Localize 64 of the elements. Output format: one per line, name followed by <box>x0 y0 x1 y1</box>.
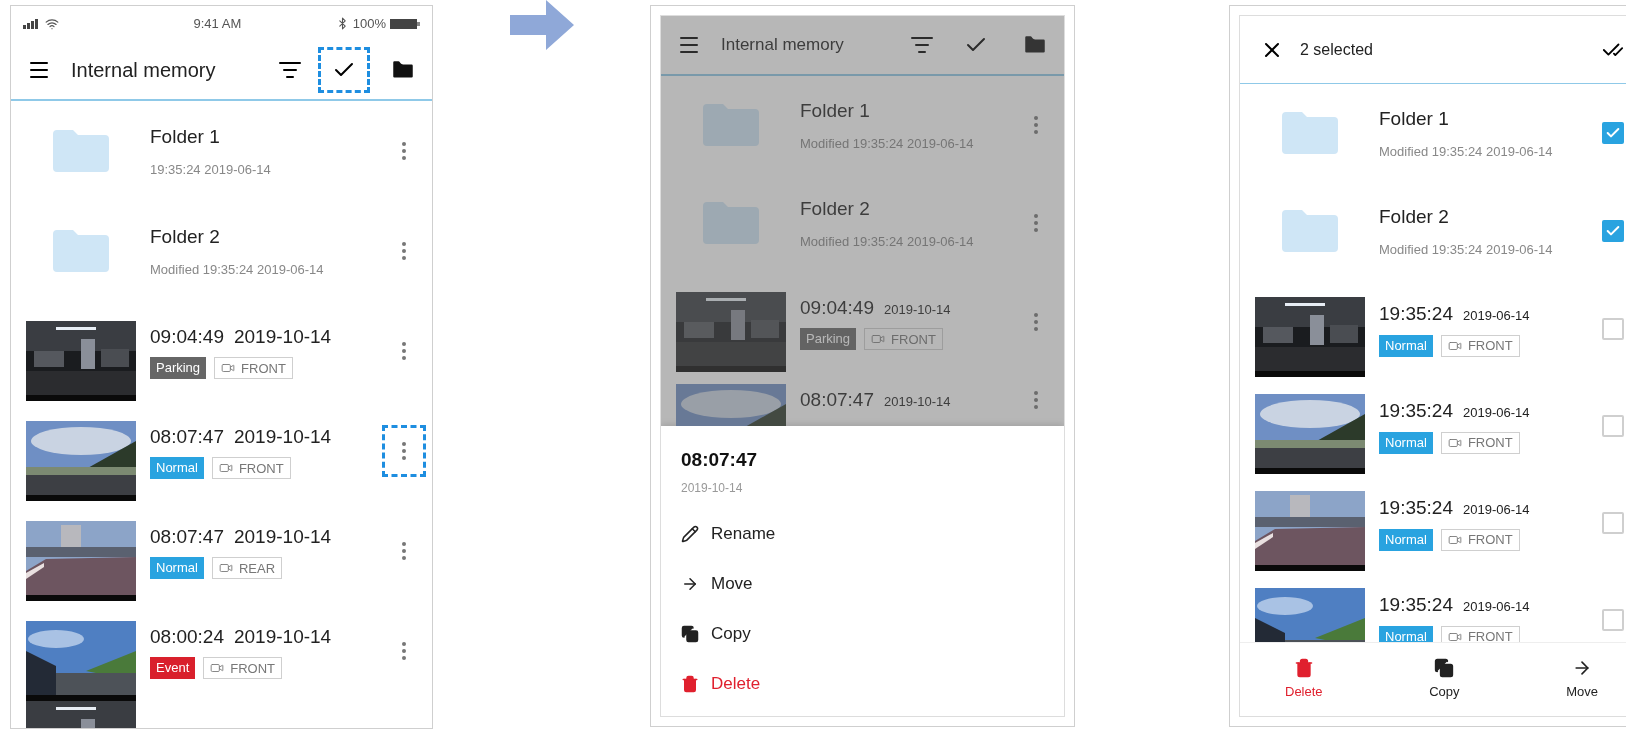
menu-item[interactable]: Copy <box>681 608 1044 659</box>
modified-date: Modified 19:35:24 2019-06-14 <box>150 260 325 279</box>
menu-item[interactable]: Delete <box>681 658 1044 709</box>
modified-date: Modified 19:35:24 2019-06-14 <box>1379 240 1554 259</box>
sheet-title: 08:07:47 <box>681 448 759 472</box>
status-tag: Normal <box>1379 625 1433 642</box>
clip-time: 19:35:24 <box>1379 302 1453 327</box>
folder-name: Folder 2 <box>150 225 221 249</box>
status-tag: Normal <box>150 457 204 480</box>
clip-date: 2019-10-14 <box>233 624 332 649</box>
clip-time: 09:04:49 <box>150 324 224 349</box>
menu-item[interactable]: Rename <box>681 508 1044 559</box>
camera-tag: FRONT <box>1440 528 1520 551</box>
clip-date: 2019-06-14 <box>1462 404 1530 423</box>
camera-tag: FRONT <box>864 328 943 351</box>
selection-count: 2 selected <box>1300 39 1373 60</box>
clip-time: 09:04:49 <box>800 295 874 320</box>
menu-item[interactable]: Move <box>681 558 1044 609</box>
clip-time: 08:07:47 <box>150 524 224 549</box>
status-tag: Parking <box>800 328 857 351</box>
camera-tag: FRONT <box>1440 431 1520 454</box>
clip-date: 2019-06-14 <box>1462 307 1530 326</box>
clip-date: 2019-10-14 <box>883 392 951 411</box>
folder-name: Folder 1 <box>800 99 871 123</box>
clip-time: 19:35:24 <box>1379 399 1453 424</box>
clip-date: 2019-10-14 <box>233 324 332 349</box>
modified-date: Modified 19:35:24 2019-06-14 <box>800 232 975 251</box>
toolbar-button[interactable]: Delete <box>1285 657 1323 702</box>
sheet-subtitle: 2019-10-14 <box>681 479 744 497</box>
camera-tag: FRONT <box>1440 625 1520 642</box>
clip-time: 19:35:24 <box>1379 593 1453 618</box>
camera-tag: FRONT <box>203 657 283 680</box>
clip-date: 2019-06-14 <box>1462 598 1530 617</box>
toolbar-button[interactable]: Move <box>1566 657 1598 702</box>
toolbar-button[interactable]: Copy <box>1429 657 1460 702</box>
camera-tag: FRONT <box>211 457 291 480</box>
clip-date: 2019-10-14 <box>883 300 951 319</box>
folder-name: Folder 1 <box>1379 107 1450 131</box>
camera-tag: FRONT <box>1440 334 1520 357</box>
clip-time: 08:07:47 <box>150 424 224 449</box>
modified-date: 19:35:24 2019-06-14 <box>150 160 272 179</box>
modified-date: Modified 19:35:24 2019-06-14 <box>800 134 975 153</box>
status-tag: Normal <box>1379 431 1433 454</box>
screen-title: Internal memory <box>721 34 844 57</box>
clip-time: 08:00:24 <box>150 624 224 649</box>
status-tag: Normal <box>1379 528 1433 551</box>
folder-name: Folder 2 <box>1379 205 1450 229</box>
clip-time: 19:35:24 <box>1379 496 1453 521</box>
screen-title: Internal memory <box>71 58 216 83</box>
camera-tag: REAR <box>211 557 283 580</box>
clip-date: 2019-10-14 <box>233 424 332 449</box>
folder-name: Folder 2 <box>800 197 871 221</box>
status-tag: Normal <box>150 557 204 580</box>
clip-time: 08:07:47 <box>800 387 874 412</box>
folder-name: Folder 1 <box>150 125 221 149</box>
clip-date: 2019-10-14 <box>233 524 332 549</box>
clip-date: 2019-06-14 <box>1462 501 1530 520</box>
status-tag: Normal <box>1379 334 1433 357</box>
battery-percent: 100% <box>352 14 386 33</box>
status-tag: Event <box>150 657 196 680</box>
modified-date: Modified 19:35:24 2019-06-14 <box>1379 142 1554 161</box>
camera-tag: FRONT <box>214 357 293 380</box>
status-time: 9:41 AM <box>192 14 243 33</box>
status-tag: Parking <box>150 357 207 380</box>
